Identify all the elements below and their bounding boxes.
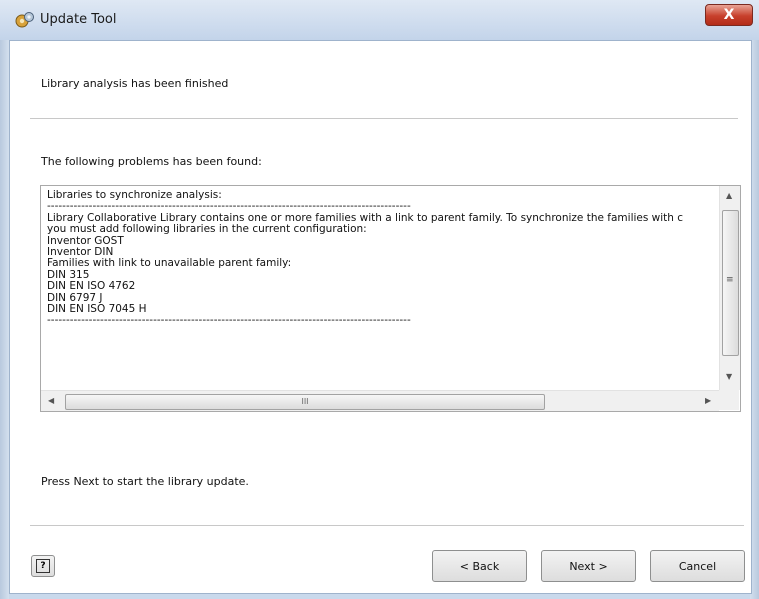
cancel-button[interactable]: Cancel (650, 550, 745, 582)
window-title: Update Tool (40, 12, 117, 27)
status-message: Library analysis has been finished (41, 77, 229, 90)
bottom-divider (30, 525, 744, 527)
problems-line: you must add following libraries in the … (47, 223, 367, 236)
problems-line: DIN EN ISO 4762 (47, 280, 136, 293)
next-button[interactable]: Next > (541, 550, 636, 582)
problems-textarea[interactable]: Libraries to synchronize analysis: -----… (40, 185, 741, 412)
back-button[interactable]: < Back (432, 550, 527, 582)
footer-message: Press Next to start the library update. (41, 475, 249, 488)
horizontal-scroll-thumb[interactable]: III (65, 394, 545, 410)
vertical-scroll-thumb[interactable]: ≡ (722, 210, 739, 356)
problems-line: Families with link to unavailable parent… (47, 257, 292, 270)
update-tool-window: Update Tool X Library analysis has been … (0, 0, 759, 599)
problems-text[interactable]: Libraries to synchronize analysis: -----… (47, 190, 715, 372)
grip-icon: III (301, 397, 309, 406)
close-icon: X (723, 7, 735, 23)
top-divider (30, 118, 738, 120)
close-button[interactable]: X (705, 4, 753, 26)
problems-line: Inventor GOST (47, 234, 124, 247)
scroll-down-arrow-icon[interactable]: ▼ (726, 372, 732, 381)
problems-line: DIN 6797 J (47, 291, 103, 304)
horizontal-scrollbar[interactable]: ◀ III ▶ (41, 390, 719, 411)
problems-heading: The following problems has been found: (41, 155, 262, 168)
scroll-up-arrow-icon[interactable]: ▲ (726, 191, 732, 200)
vertical-scrollbar[interactable]: ▲ ≡ ▼ (719, 186, 740, 390)
window-border-left (0, 40, 9, 599)
app-icon (15, 12, 34, 28)
help-button[interactable]: ? (31, 555, 55, 577)
problems-line: DIN 315 (47, 268, 90, 281)
problems-line: ----------------------------------------… (47, 314, 411, 327)
scrollbar-corner (719, 390, 739, 410)
scroll-right-arrow-icon[interactable]: ▶ (705, 396, 711, 405)
help-icon: ? (36, 559, 50, 573)
grip-icon: ≡ (726, 275, 734, 285)
title-bar[interactable]: Update Tool X (0, 0, 759, 40)
scroll-left-arrow-icon[interactable]: ◀ (48, 396, 54, 405)
